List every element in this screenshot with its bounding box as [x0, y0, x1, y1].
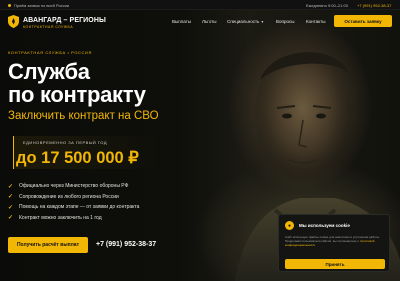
- nav-contacts[interactable]: Контакты: [306, 19, 325, 24]
- brand-name[interactable]: АВАНГАРД – РЕГИОНЫ: [23, 17, 106, 24]
- cookie-icon: ●: [285, 221, 294, 230]
- benefit-text: Помощь на каждом этапе — от заявки до ко…: [19, 204, 140, 211]
- nav-faq[interactable]: Вопросы: [276, 19, 294, 24]
- nav-specialty[interactable]: Специальность ▾: [227, 19, 263, 24]
- list-item: ✓ Помощь на каждом этапе — от заявки до к…: [8, 202, 139, 213]
- cookie-title: Мы используем cookie: [299, 223, 350, 228]
- check-icon: ✓: [8, 215, 14, 222]
- nav-specialty-label: Специальность: [227, 19, 260, 24]
- shield-logo-icon[interactable]: [8, 15, 19, 28]
- page-subtitle: Заключить контракт на СВО: [8, 110, 159, 122]
- header-apply-button[interactable]: Оставить заявку: [334, 15, 392, 27]
- chevron-down-icon: ▾: [261, 19, 264, 24]
- nav-benefits[interactable]: Льготы: [202, 19, 217, 24]
- title-line-2: по контракту: [8, 82, 146, 107]
- cookie-accept-button[interactable]: Принять: [285, 259, 385, 269]
- hero-phone-link[interactable]: +7 (991) 952-38-37: [96, 241, 156, 248]
- benefit-text: Сопровождение из любого региона России: [19, 193, 119, 200]
- benefit-text: Контракт можно заключить на 1 год: [19, 214, 102, 221]
- check-icon: ✓: [8, 183, 14, 190]
- top-info-bar: Приём заявок по всей России Ежедневно 9:…: [0, 0, 400, 10]
- brand-subtitle: КОНТРАКТНАЯ СЛУЖБА: [23, 25, 74, 29]
- top-notice: Приём заявок по всей России: [14, 3, 70, 8]
- working-hours: Ежедневно 9:00–21:00: [306, 3, 348, 8]
- page-title: Служба по контракту: [8, 60, 146, 106]
- calculate-payments-button[interactable]: Получить расчёт выплат: [8, 237, 88, 253]
- list-item: ✓ Контракт можно заключить на 1 год: [8, 213, 139, 224]
- check-icon: ✓: [8, 194, 14, 201]
- cookie-consent-card: ● Мы используем cookie Сайт использует ф…: [278, 214, 390, 272]
- title-line-1: Служба: [8, 59, 90, 84]
- check-icon: ✓: [8, 204, 14, 211]
- payment-label: ЕДИНОВРЕМЕННО ЗА ПЕРВЫЙ ГОД: [23, 140, 108, 145]
- benefits-list: ✓ Официально через Министерство обороны Р…: [8, 181, 139, 223]
- benefit-text: Официально через Министерство обороны РФ: [19, 183, 129, 190]
- cookie-text: Сайт использует файлы cookie для аналити…: [285, 235, 385, 247]
- nav-payments[interactable]: Выплаты: [172, 19, 191, 24]
- status-dot-icon: [8, 4, 11, 7]
- payment-amount: до 17 500 000 ₽: [16, 149, 139, 167]
- hero-eyebrow: КОНТРАКТНАЯ СЛУЖБА • РОССИЯ: [8, 50, 93, 55]
- list-item: ✓ Сопровождение из любого региона России: [8, 192, 139, 203]
- top-phone-link[interactable]: +7 (991) 952-38-37: [357, 3, 391, 8]
- list-item: ✓ Официально через Министерство обороны Р…: [8, 181, 139, 192]
